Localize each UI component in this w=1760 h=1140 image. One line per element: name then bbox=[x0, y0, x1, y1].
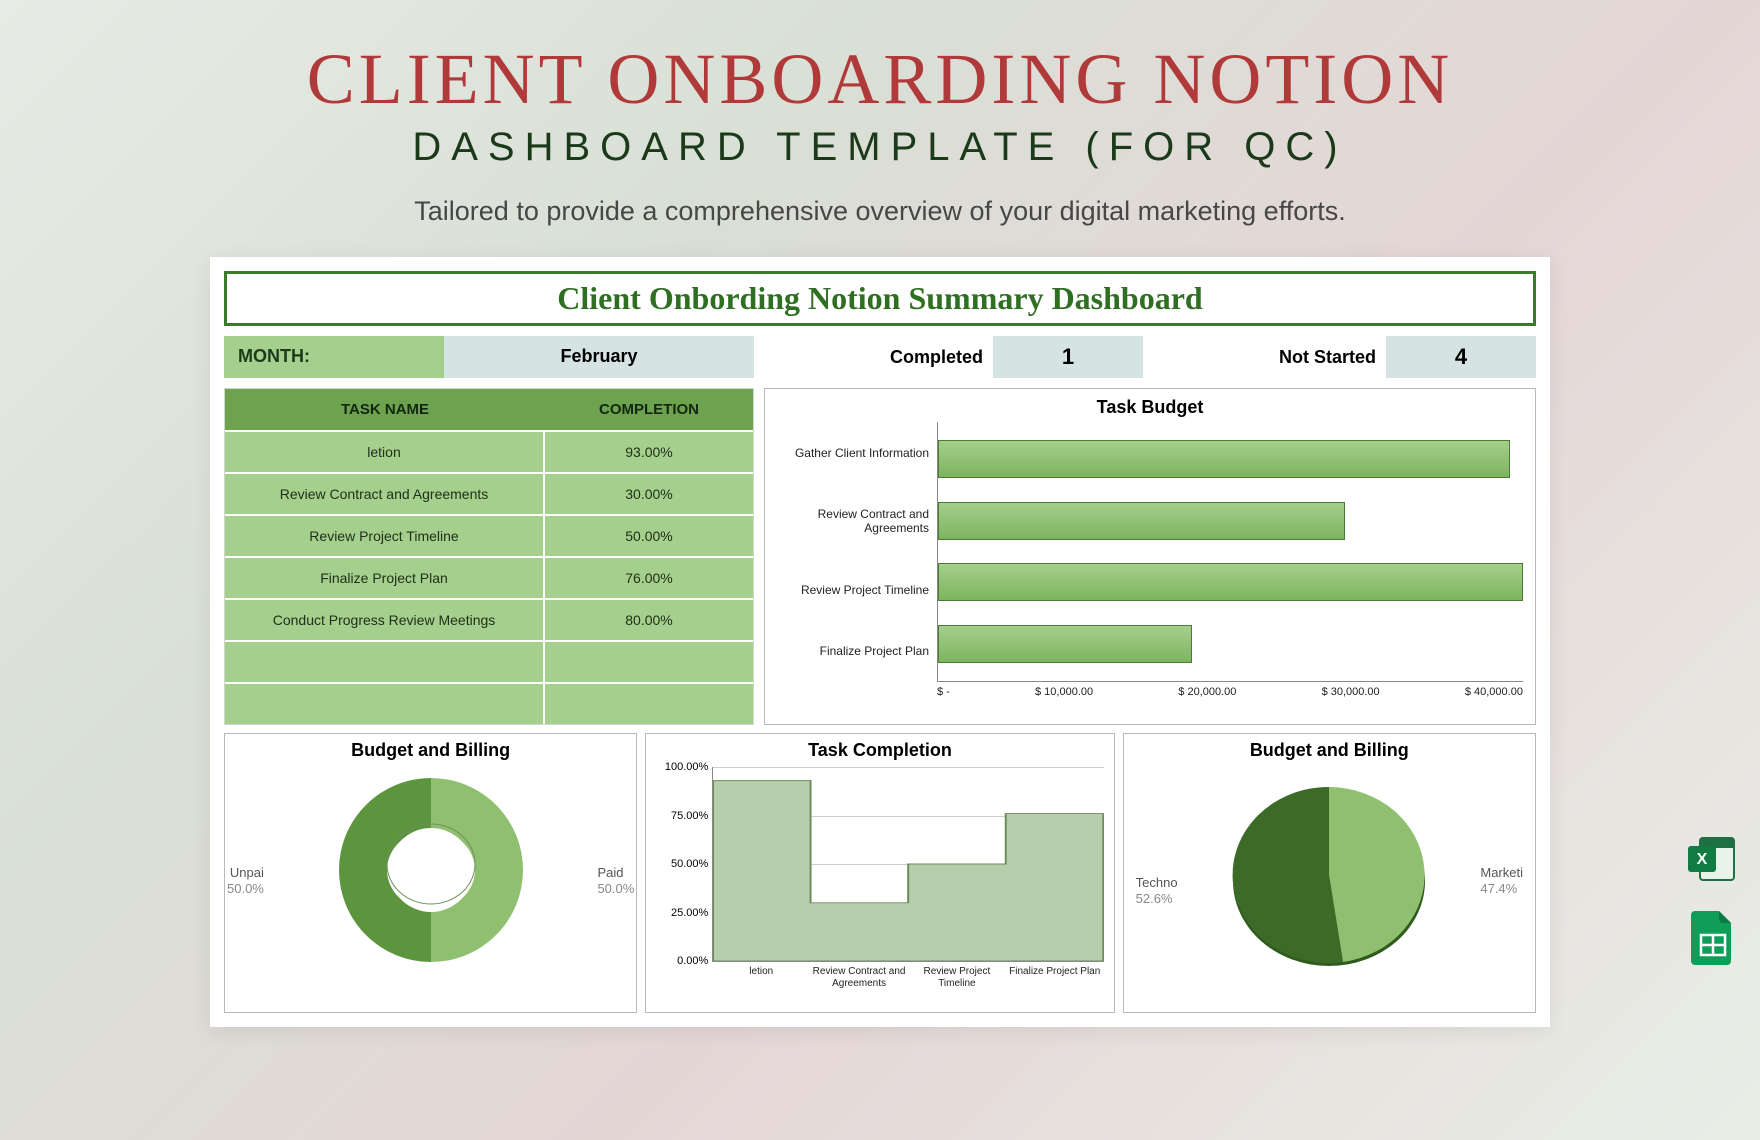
status-row: MONTH: February Completed 1 Not Started … bbox=[224, 336, 1536, 378]
donut-svg bbox=[331, 770, 531, 970]
task-completion-chart: Task Completion 100.00% 75.00% 50.00% 25… bbox=[645, 733, 1114, 1013]
month-value[interactable]: February bbox=[444, 336, 754, 378]
hero-subtitle: DASHBOARD TEMPLATE (FOR QC) bbox=[0, 125, 1760, 170]
chart-title: Budget and Billing bbox=[1134, 740, 1525, 761]
chart-title: Budget and Billing bbox=[235, 740, 626, 761]
hbar-plot bbox=[937, 422, 1523, 682]
notstarted-value: 4 bbox=[1386, 336, 1536, 378]
pie-label-right: Marketi47.4% bbox=[1480, 865, 1523, 896]
chart-title: Task Completion bbox=[656, 740, 1103, 761]
pie-chart: Budget and Billing Techno52.6% Marketi47… bbox=[1123, 733, 1536, 1013]
cell-completion: 30.00% bbox=[545, 474, 753, 514]
pie-svg bbox=[1219, 765, 1439, 975]
completed-value: 1 bbox=[993, 336, 1143, 378]
table-row bbox=[225, 640, 753, 682]
completed-label: Completed bbox=[850, 347, 983, 368]
notstarted-label: Not Started bbox=[1239, 347, 1376, 368]
cell-completion: 76.00% bbox=[545, 558, 753, 598]
table-row: Review Project Timeline 50.00% bbox=[225, 514, 753, 556]
dashboard-title: Client Onbording Notion Summary Dashboar… bbox=[224, 271, 1536, 326]
table-row: Review Contract and Agreements 30.00% bbox=[225, 472, 753, 514]
table-row: Finalize Project Plan 76.00% bbox=[225, 556, 753, 598]
month-label: MONTH: bbox=[224, 336, 444, 378]
task-table: TASK NAME COMPLETION letion 93.00% Revie… bbox=[224, 388, 754, 725]
sheets-icon[interactable] bbox=[1684, 908, 1742, 966]
cell-task-name: Review Project Timeline bbox=[225, 516, 545, 556]
cell-task-name: Conduct Progress Review Meetings bbox=[225, 600, 545, 640]
donut-label-left: Unpai50.0% bbox=[227, 865, 264, 896]
chart-title: Task Budget bbox=[777, 397, 1523, 418]
donut-label-right: Paid50.0% bbox=[597, 865, 634, 896]
hbar-y-labels: Gather Client Information Review Contrac… bbox=[777, 422, 937, 682]
cell-task-name: Review Contract and Agreements bbox=[225, 474, 545, 514]
cell-task-name: Finalize Project Plan bbox=[225, 558, 545, 598]
hbar-xticks: $ - $ 10,000.00 $ 20,000.00 $ 30,000.00 … bbox=[937, 682, 1523, 698]
th-task-name: TASK NAME bbox=[225, 389, 545, 430]
svg-text:X: X bbox=[1697, 851, 1708, 868]
cell-completion: 80.00% bbox=[545, 600, 753, 640]
donut-chart: Budget and Billing Unpai50.0% bbox=[224, 733, 637, 1013]
completed-stat: Completed 1 bbox=[850, 336, 1143, 378]
table-row: Conduct Progress Review Meetings 80.00% bbox=[225, 598, 753, 640]
pie-label-left: Techno52.6% bbox=[1136, 875, 1178, 906]
notstarted-stat: Not Started 4 bbox=[1239, 336, 1536, 378]
hero-description: Tailored to provide a comprehensive over… bbox=[0, 196, 1760, 227]
table-row: letion 93.00% bbox=[225, 430, 753, 472]
cell-task-name: letion bbox=[225, 432, 545, 472]
hero-title: CLIENT ONBOARDING NOTION bbox=[0, 0, 1760, 121]
cell-completion: 93.00% bbox=[545, 432, 753, 472]
month-box: MONTH: February bbox=[224, 336, 754, 378]
th-completion: COMPLETION bbox=[545, 389, 753, 430]
format-icons: X bbox=[1684, 830, 1742, 966]
excel-icon[interactable]: X bbox=[1684, 830, 1742, 888]
table-row bbox=[225, 682, 753, 724]
dashboard-card: Client Onbording Notion Summary Dashboar… bbox=[210, 257, 1550, 1027]
area-plot: 100.00% 75.00% 50.00% 25.00% 0.00% bbox=[712, 767, 1103, 962]
charts-row: Budget and Billing Unpai50.0% bbox=[224, 733, 1536, 1013]
task-budget-chart: Task Budget Gather Client Information Re… bbox=[764, 388, 1536, 725]
cell-completion: 50.00% bbox=[545, 516, 753, 556]
main-row: TASK NAME COMPLETION letion 93.00% Revie… bbox=[224, 388, 1536, 725]
area-xticks: letion Review Contract and Agreements Re… bbox=[712, 966, 1103, 989]
